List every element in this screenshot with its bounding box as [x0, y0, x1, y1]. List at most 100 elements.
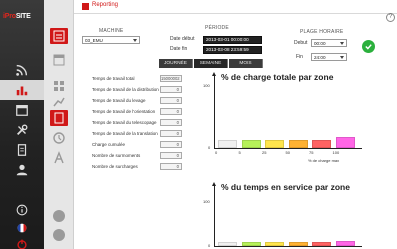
apply-button[interactable]	[362, 40, 375, 53]
stat-value: 0	[160, 97, 182, 104]
info-icon	[16, 204, 28, 216]
grid-tool-icon[interactable]	[50, 78, 68, 94]
stat-value: 0	[160, 141, 182, 148]
stat-label: Temps de travail du levage	[92, 98, 146, 103]
text-tool-icon[interactable]	[50, 150, 68, 166]
stat-label: Temps de travail de la translation	[92, 131, 158, 136]
machine-label: MACHINE	[99, 28, 124, 34]
debut-label: Debut	[294, 40, 308, 46]
chart1-xtick: 100	[332, 150, 340, 155]
end-date-field[interactable]: 2013-03-08 23:59:59	[203, 46, 262, 54]
stat-value: 0	[160, 163, 182, 170]
chart2-bar	[265, 241, 284, 246]
report-icon	[53, 30, 65, 42]
stat-row: Temps de travail de la distribution 0	[92, 86, 182, 95]
chart1-xtick: 5	[238, 150, 241, 155]
pdf-icon	[54, 112, 64, 124]
chart-tool-icon[interactable]	[50, 94, 68, 110]
chart2-bar	[218, 242, 237, 246]
stat-label: Nombre de surmoments	[92, 153, 141, 158]
tools-icon	[17, 124, 28, 135]
header-bar: Reporting	[74, 0, 397, 14]
stat-value: 0	[160, 108, 182, 115]
chart1-ytick-min: 0	[208, 145, 211, 150]
chart2-bar	[288, 241, 308, 246]
stat-row: Temps de travail de la translation 0	[92, 130, 182, 139]
tab-journee[interactable]: JOURNÉE	[159, 59, 193, 68]
stat-label: Nombre de surcharges	[92, 164, 138, 169]
chart1-bar	[335, 136, 355, 148]
round-button-1[interactable]	[53, 210, 65, 222]
sidebar-item-reporting[interactable]	[0, 80, 44, 100]
chart2-bar	[335, 240, 355, 246]
stat-value: 0	[160, 86, 182, 93]
chevron-down-icon	[340, 56, 344, 59]
stat-value: 0	[160, 130, 182, 137]
stat-value: 0	[160, 152, 182, 159]
machine-select-value: 03_EMU	[85, 38, 103, 43]
tab-semaine[interactable]: SEMAINE	[194, 59, 228, 68]
chart1-bar	[265, 139, 284, 148]
chart2-ytick-min: 0	[208, 243, 211, 248]
stat-row: Charge cumulée 0	[92, 141, 182, 150]
start-date-field[interactable]: 2013-03-01 00:00:00	[203, 36, 262, 44]
power-icon	[17, 239, 27, 249]
sidebar-item-calendar[interactable]	[0, 100, 44, 120]
chart1-xlabel: % de charge max	[308, 158, 340, 163]
machine-select[interactable]: 03_EMU	[82, 36, 140, 44]
end-date-label: Date fin	[170, 46, 188, 52]
stat-row: Temps de travail du telescopage 0	[92, 119, 182, 128]
chart2-ytick-max: 100	[203, 199, 210, 204]
chart1-title: % de charge totale par zone	[221, 72, 334, 82]
clock-icon	[53, 132, 65, 144]
chart1-xtick: 0	[215, 150, 218, 155]
chart-icon	[16, 86, 28, 96]
chart1-xtick: 25	[262, 150, 267, 155]
stat-label: Charge cumulée	[92, 142, 126, 147]
calendar-tool-icon[interactable]	[50, 52, 68, 68]
sidebar-item-power[interactable]	[0, 234, 44, 249]
chart1-bar	[312, 139, 331, 148]
chevron-down-icon	[340, 42, 344, 45]
chart2-y-axis	[214, 186, 215, 246]
periode-label: PÉRIODE	[205, 25, 229, 31]
stat-value: 0	[160, 119, 182, 126]
sidebar-item-users[interactable]	[0, 160, 44, 180]
report-tool-icon[interactable]	[50, 28, 68, 44]
flag-icon	[17, 223, 27, 233]
sidebar-item-tools[interactable]	[0, 120, 44, 140]
rss-icon	[16, 64, 28, 76]
chart1-bar	[288, 139, 308, 148]
round-button-2[interactable]	[53, 229, 65, 241]
stat-row: Temps de travail de l'orientation 0	[92, 108, 182, 117]
stat-label: Temps de travail du telescopage	[92, 120, 157, 125]
help-icon[interactable]: ?	[386, 13, 395, 22]
chart2-title: % du temps en service par zone	[221, 182, 350, 192]
chart2-bar	[241, 241, 261, 246]
sidebar-item-info[interactable]	[0, 200, 44, 220]
chart1-xtick: 75	[309, 150, 314, 155]
main-sidebar: iProSITE	[0, 0, 44, 249]
tab-mois[interactable]: MOIS	[229, 59, 263, 68]
export-tool-icon[interactable]	[50, 110, 68, 126]
fin-select[interactable]: 24:00	[311, 53, 347, 61]
document-icon	[17, 144, 27, 156]
check-icon	[365, 44, 372, 50]
stat-value: 15000002	[160, 75, 182, 82]
sidebar-item-documents[interactable]	[0, 140, 44, 160]
chart-icon	[53, 97, 65, 107]
debut-select-value: 00:00	[314, 41, 326, 46]
chart1-y-axis	[214, 76, 215, 148]
chart2-x-axis	[214, 246, 362, 247]
stat-label: Temps de travail total	[92, 76, 135, 81]
chevron-down-icon	[133, 39, 137, 42]
chart1-x-axis	[214, 148, 362, 149]
app-window: iProSITE Reporting ? MACHINE 03_EMU PÉRI…	[0, 0, 397, 249]
debut-select[interactable]: 00:00	[311, 39, 347, 47]
text-icon	[54, 151, 64, 164]
fin-label: Fin	[296, 54, 303, 60]
sidebar-item-feed[interactable]	[0, 60, 44, 80]
stat-label: Temps de travail de l'orientation	[92, 109, 156, 114]
clock-tool-icon[interactable]	[50, 130, 68, 146]
chart2-bar	[312, 241, 331, 246]
